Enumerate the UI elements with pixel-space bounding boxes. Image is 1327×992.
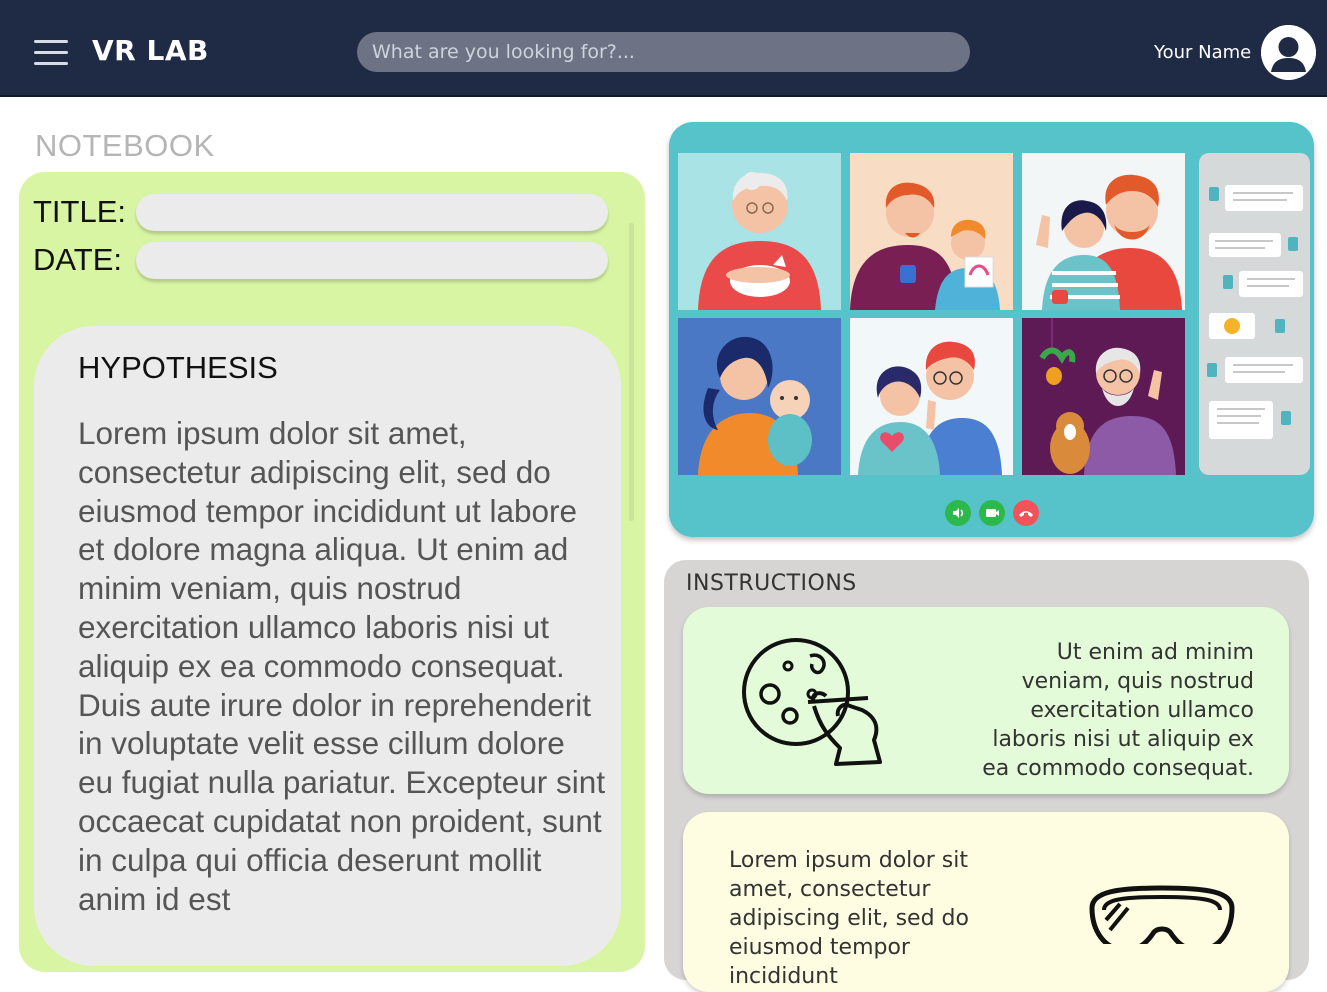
participant-tile-mother-baby[interactable] <box>678 318 841 475</box>
hang-up-button[interactable] <box>1013 500 1039 526</box>
search-input[interactable] <box>357 32 970 72</box>
instruction-text: Ut enim ad minim veniam, quis nostrud ex… <box>982 640 1254 781</box>
date-input[interactable] <box>136 242 608 279</box>
participant-tile-father-daughter[interactable] <box>850 153 1013 310</box>
hypothesis-text[interactable]: Lorem ipsum dolor sit amet, consectetur … <box>78 414 608 918</box>
chat-message <box>1209 185 1303 211</box>
petri-dish-icon <box>740 636 885 776</box>
notebook-label: NOTEBOOK <box>35 128 215 163</box>
instruction-text: Lorem ipsum dolor sit amet, consectetur … <box>729 848 969 989</box>
user-name[interactable]: Your Name <box>1154 42 1251 63</box>
speaker-icon <box>953 508 964 518</box>
video-camera-icon <box>986 509 999 517</box>
participant-tile-grandfather-dog[interactable] <box>1022 318 1185 475</box>
participant-tile-grandmother[interactable] <box>678 153 841 310</box>
app-title: VR LAB <box>92 34 209 67</box>
audio-button[interactable] <box>945 500 971 526</box>
chat-sidebar[interactable] <box>1199 153 1310 475</box>
phone-hangup-icon <box>1019 511 1033 517</box>
user-avatar-icon[interactable] <box>1261 25 1316 80</box>
participant-tile-girl-man[interactable] <box>850 318 1013 475</box>
camera-button[interactable] <box>979 500 1005 526</box>
title-input[interactable] <box>136 194 608 231</box>
hamburger-menu-icon[interactable] <box>34 40 70 66</box>
date-label: DATE: <box>33 242 122 277</box>
top-bar: VR LAB Your Name <box>0 0 1327 97</box>
participant-tile-waving-couple[interactable] <box>1022 153 1185 310</box>
instructions-heading: INSTRUCTIONS <box>686 571 857 596</box>
hypothesis-heading: HYPOTHESIS <box>78 350 278 385</box>
notebook-scrollbar[interactable] <box>629 223 634 521</box>
safety-goggles-icon <box>1086 884 1238 944</box>
title-label: TITLE: <box>33 194 127 229</box>
